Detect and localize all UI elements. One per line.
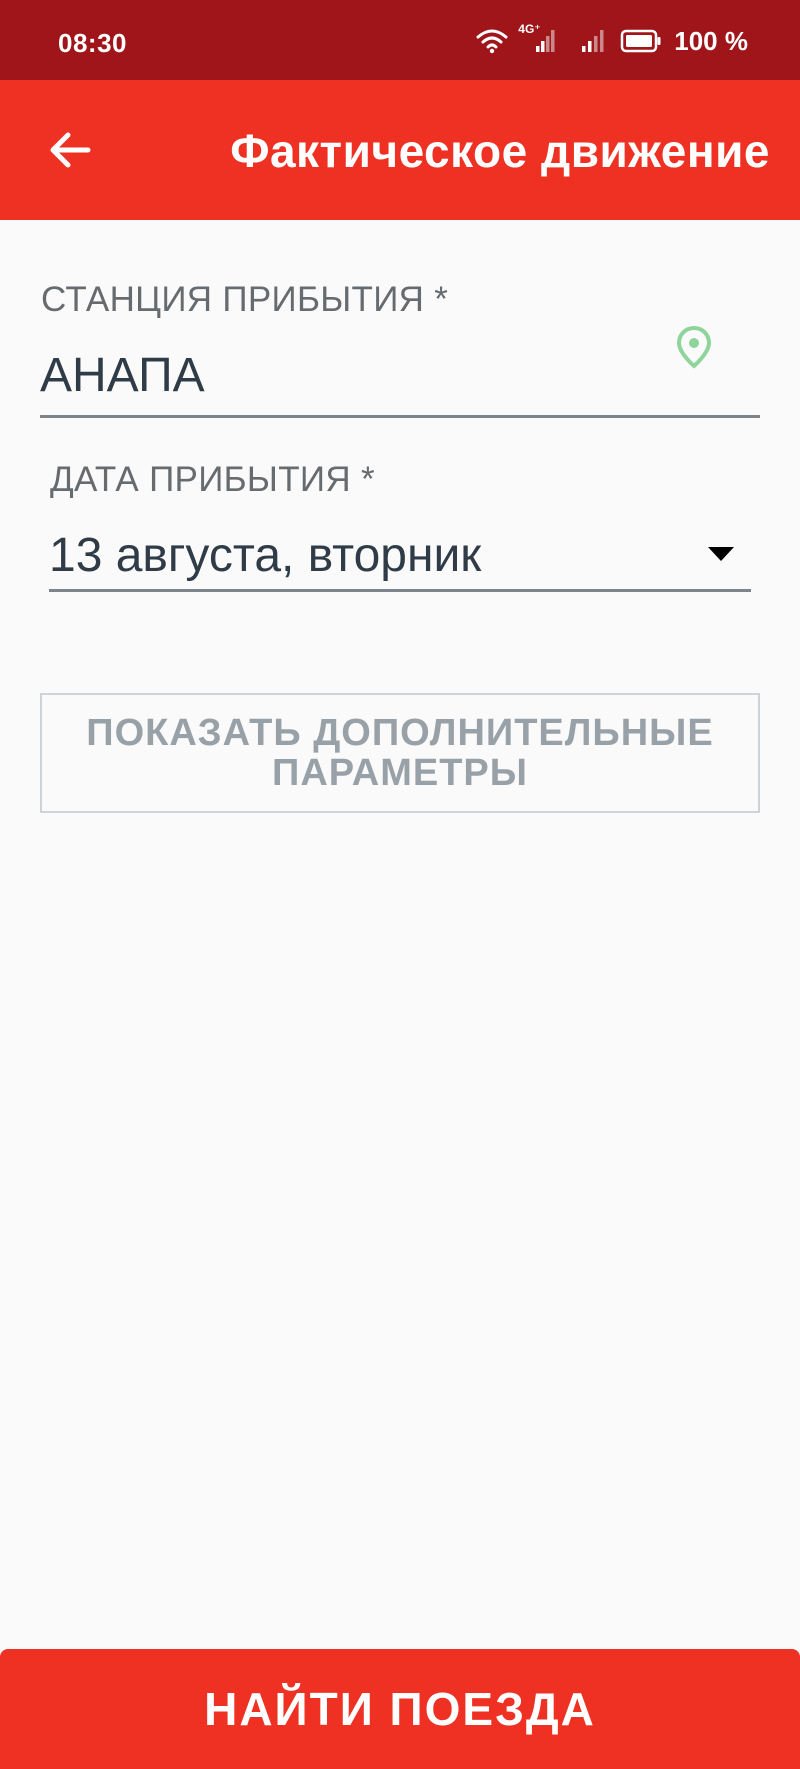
app-bar: Фактическое движение [0, 80, 800, 220]
arrow-left-icon [50, 132, 91, 168]
find-trains-label: НАЙТИ ПОЕЗДА [204, 1683, 596, 1735]
battery-icon [621, 29, 661, 53]
location-pin-icon[interactable] [672, 324, 716, 370]
arrival-date-field[interactable]: ДАТА ПРИБЫТИЯ * 13 августа, вторник [49, 458, 751, 594]
show-more-params-label: ПОКАЗАТЬ ДОПОЛНИТЕЛЬНЫЕ ПАРАМЕТРЫ [86, 712, 714, 794]
status-bar: 08:30 4G⁺ 100 % [0, 0, 800, 80]
back-button[interactable] [38, 118, 102, 182]
find-trains-button[interactable]: НАЙТИ ПОЕЗДА [0, 1649, 800, 1769]
status-icons: 4G⁺ 100 % [476, 22, 748, 56]
cellular-4g-indicator: 4G⁺ [518, 22, 558, 56]
arrival-station-field[interactable]: СТАНЦИЯ ПРИБЫТИЯ * АНАПА [40, 278, 760, 420]
wifi-icon [476, 29, 508, 54]
page-title: Фактическое движение [230, 125, 770, 177]
battery-percent: 100 % [674, 25, 748, 56]
arrival-station-value[interactable]: АНАПА [40, 348, 205, 403]
arrival-date-label: ДАТА ПРИБЫТИЯ * [50, 460, 375, 499]
arrival-station-underline [40, 415, 760, 418]
status-time: 08:30 [58, 28, 127, 58]
arrival-date-value[interactable]: 13 августа, вторник [49, 528, 481, 583]
dropdown-arrow-icon[interactable] [707, 546, 735, 562]
show-more-params-button[interactable]: ПОКАЗАТЬ ДОПОЛНИТЕЛЬНЫЕ ПАРАМЕТРЫ [40, 693, 760, 813]
signal-bars-icon-2 [582, 30, 604, 52]
arrival-date-underline [49, 589, 751, 592]
signal-bars-icon [536, 30, 555, 52]
arrival-station-label: СТАНЦИЯ ПРИБЫТИЯ * [41, 280, 449, 319]
